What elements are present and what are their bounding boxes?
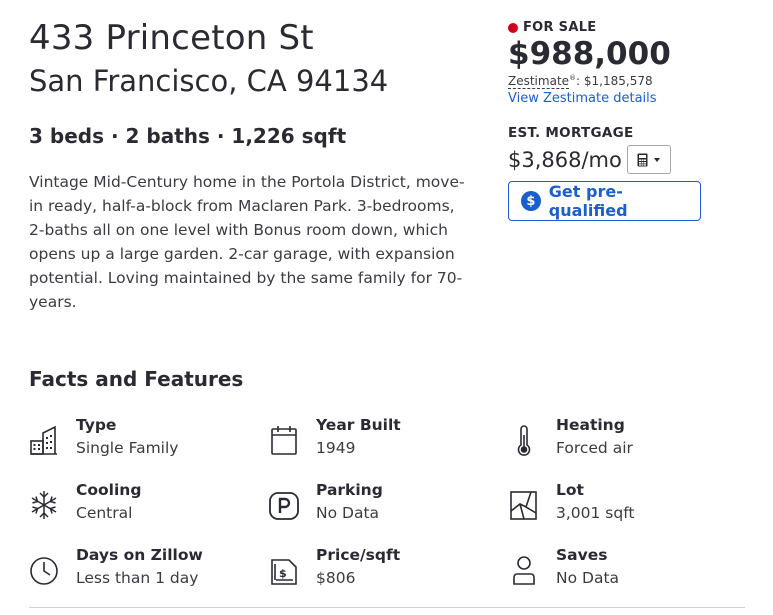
- fact-label: Year Built: [316, 416, 401, 434]
- thermometer-icon: [517, 425, 531, 456]
- dollar-icon: $: [521, 191, 541, 211]
- get-prequalified-label: Get pre-qualified: [548, 182, 628, 220]
- clock-icon: [30, 557, 58, 585]
- facts-title: Facts and Features: [29, 367, 244, 391]
- calculator-icon: [637, 153, 648, 166]
- fact-label: Parking: [316, 481, 383, 499]
- fact-label: Days on Zillow: [76, 546, 203, 564]
- lot-icon: [510, 491, 537, 520]
- fact-price-per-sqft: $ Price/sqft $806: [269, 546, 489, 598]
- price-tag-icon: $: [271, 559, 297, 585]
- chevron-down-icon: [654, 157, 661, 162]
- fact-value: Forced air: [556, 439, 633, 457]
- address-line-1: 433 Princeton St: [29, 18, 314, 58]
- view-zestimate-link[interactable]: View Zestimate details: [508, 91, 748, 106]
- building-icon: [30, 425, 57, 455]
- sale-status: FOR SALE: [508, 20, 748, 35]
- fact-saves: Saves No Data: [509, 546, 729, 598]
- sale-status-label: FOR SALE: [523, 20, 597, 35]
- fact-value: No Data: [316, 504, 380, 522]
- fact-parking: Parking No Data: [269, 481, 489, 533]
- fact-value: 3,001 sqft: [556, 504, 635, 522]
- person-icon: [513, 556, 535, 585]
- snowflake-icon: [31, 491, 57, 519]
- fact-value: Central: [76, 504, 133, 522]
- mortgage-label: EST. MORTGAGE: [508, 125, 634, 141]
- mortgage-row: $3,868/mo: [508, 145, 748, 174]
- zestimate-label[interactable]: Zestimate: [508, 74, 570, 89]
- fact-lot: Lot 3,001 sqft: [509, 481, 729, 533]
- fact-year-built: Year Built 1949: [269, 416, 489, 468]
- address-line-2: San Francisco, CA 94134: [29, 64, 389, 98]
- fact-type: Type Single Family: [29, 416, 249, 468]
- fact-cooling: Cooling Central: [29, 481, 249, 533]
- fact-heating: Heating Forced air: [509, 416, 729, 468]
- mortgage-value: $3,868/mo: [508, 147, 622, 172]
- section-divider: [29, 607, 745, 608]
- fact-value: No Data: [556, 569, 620, 587]
- fact-value: $806: [316, 569, 356, 587]
- mortgage-calculator-button[interactable]: [626, 145, 671, 174]
- listing-description: Vintage Mid-Century home in the Portola …: [29, 173, 465, 311]
- home-specs: 3 beds · 2 baths · 1,226 sqft: [29, 124, 347, 148]
- fact-label: Lot: [556, 481, 584, 499]
- calendar-icon: [271, 426, 297, 455]
- fact-label: Cooling: [76, 481, 142, 499]
- fact-label: Type: [76, 416, 117, 434]
- status-dot-icon: [508, 22, 518, 33]
- fact-value: Less than 1 day: [76, 569, 199, 587]
- fact-label: Heating: [556, 416, 625, 434]
- parking-icon: [269, 492, 299, 520]
- fact-days-on-zillow: Days on Zillow Less than 1 day: [29, 546, 249, 598]
- fact-value: Single Family: [76, 439, 179, 457]
- fact-label: Price/sqft: [316, 546, 401, 564]
- zestimate-value: : $1,185,578: [576, 74, 653, 88]
- get-prequalified-button[interactable]: $ Get pre-qualified: [508, 181, 701, 221]
- price-panel: FOR SALE $988,000 Zestimate®: $1,185,578…: [508, 20, 748, 221]
- fact-label: Saves: [556, 546, 608, 564]
- svg-text:$: $: [279, 567, 287, 580]
- zestimate-row: Zestimate®: $1,185,578: [508, 74, 748, 89]
- fact-value: 1949: [316, 439, 356, 457]
- listing-price: $988,000: [508, 36, 671, 72]
- zestimate-registered-mark: ®: [569, 74, 577, 82]
